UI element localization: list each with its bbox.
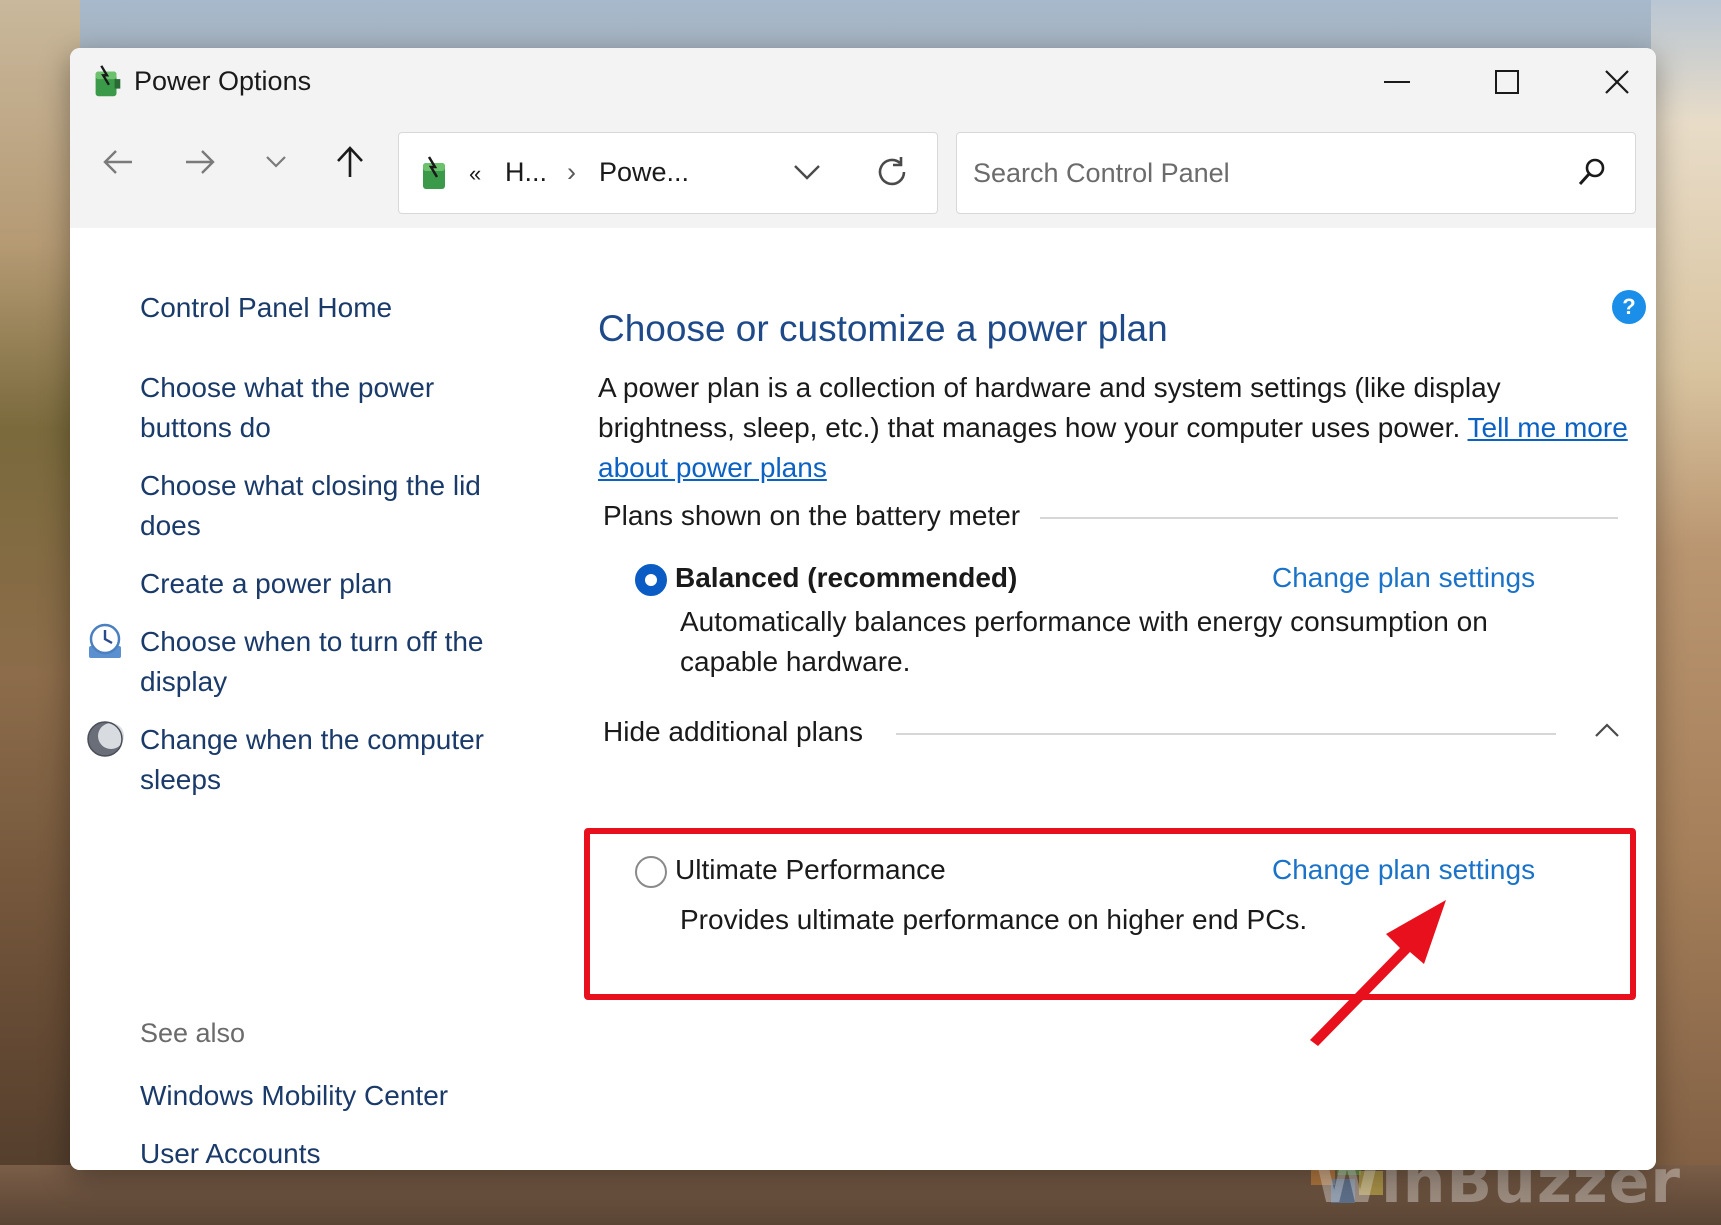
desktop-background-left	[0, 0, 80, 1225]
close-icon	[1605, 70, 1629, 94]
chevron-down-icon	[266, 156, 286, 168]
collapse-plans-button[interactable]	[1594, 722, 1620, 743]
refresh-button[interactable]	[875, 155, 909, 194]
balanced-plan-name[interactable]: Balanced (recommended)	[675, 562, 1017, 594]
forward-arrow-icon	[186, 150, 215, 174]
sidebar-control-panel-home[interactable]: Control Panel Home	[140, 288, 520, 328]
sidebar-mobility-center[interactable]: Windows Mobility Center	[140, 1076, 520, 1116]
ultimate-performance-radio[interactable]	[635, 856, 667, 888]
chevron-down-icon	[794, 165, 820, 180]
back-button[interactable]	[94, 138, 142, 186]
address-overflow[interactable]: «	[469, 161, 481, 187]
control-panel-icon	[423, 156, 445, 189]
sidebar-closing-lid[interactable]: Choose what closing the lid does	[140, 466, 520, 546]
address-segment-hardware[interactable]: H...	[505, 157, 547, 188]
chevron-up-icon	[1595, 723, 1619, 737]
close-button[interactable]	[1562, 48, 1656, 116]
search-icon	[1578, 158, 1605, 186]
window-title: Power Options	[134, 66, 312, 96]
power-options-icon	[95, 65, 121, 97]
power-options-window: Power Options « H... › Powe... Search Co…	[70, 48, 1656, 1170]
address-bar[interactable]: « H... › Powe...	[398, 132, 938, 214]
battery-meter-group-heading: Plans shown on the battery meter	[603, 500, 1021, 531]
up-arrow-icon	[337, 146, 363, 177]
help-icon[interactable]: ?	[1612, 290, 1646, 324]
clock-icon	[89, 623, 121, 658]
search-input[interactable]	[973, 155, 1533, 191]
content-area: ? Control Panel Home Choose what the pow…	[70, 228, 1656, 1170]
sidebar-turn-off-display[interactable]: Choose when to turn off the display	[140, 622, 520, 702]
ultimate-performance-plan-name[interactable]: Ultimate Performance	[675, 854, 946, 886]
search-box[interactable]	[956, 132, 1636, 214]
balanced-plan-description: Automatically balances performance with …	[680, 606, 1488, 677]
see-also-heading: See also	[140, 1018, 246, 1048]
group-divider	[896, 733, 1556, 735]
minimize-icon	[1384, 81, 1410, 83]
description-text: A power plan is a collection of hardware…	[598, 372, 1501, 443]
recent-locations-button[interactable]	[252, 138, 300, 186]
up-button[interactable]	[326, 138, 374, 186]
pointer-arrow-icon	[1310, 900, 1446, 1046]
address-dropdown-button[interactable]	[793, 163, 821, 186]
sidebar-computer-sleeps[interactable]: Change when the computer sleeps	[140, 720, 520, 800]
maximize-icon	[1495, 70, 1519, 94]
balanced-plan-radio[interactable]	[635, 564, 667, 596]
title-bar: Power Options	[70, 48, 1656, 116]
group-divider	[1040, 517, 1618, 519]
sidebar-create-power-plan[interactable]: Create a power plan	[140, 564, 520, 604]
page-description: A power plan is a collection of hardware…	[598, 368, 1638, 488]
page-title: Choose or customize a power plan	[598, 308, 1168, 349]
back-arrow-icon	[103, 150, 132, 174]
desktop-background-right	[1651, 0, 1721, 1225]
forward-button[interactable]	[176, 138, 224, 186]
address-segment-power[interactable]: Powe...	[599, 157, 689, 188]
sidebar-user-accounts[interactable]: User Accounts	[140, 1134, 520, 1170]
minimize-button[interactable]	[1342, 48, 1452, 116]
address-separator: ›	[567, 157, 576, 187]
maximize-button[interactable]	[1452, 48, 1562, 116]
additional-plans-group-heading[interactable]: Hide additional plans	[603, 716, 863, 748]
refresh-icon	[878, 157, 906, 186]
balanced-change-plan-settings-link[interactable]: Change plan settings	[1272, 562, 1535, 594]
sidebar-power-buttons[interactable]: Choose what the power buttons do	[140, 368, 520, 448]
moon-icon	[87, 721, 124, 757]
